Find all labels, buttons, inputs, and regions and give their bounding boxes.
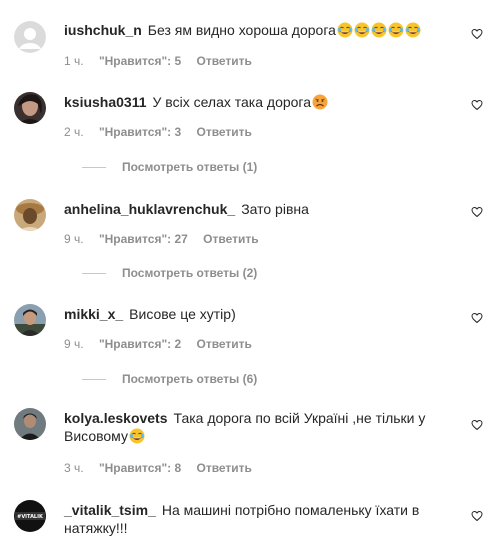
comment-body: Зато рівна <box>241 201 309 217</box>
comment-text: mikki_x_ Висове це хутір) <box>64 305 460 323</box>
comment-time[interactable]: 1 ч. <box>64 54 84 68</box>
comment-meta: 9 ч. "Нравится": 27 Ответить <box>64 231 271 247</box>
comment-meta: 9 ч. "Нравится": 2 Ответить <box>64 336 264 352</box>
view-replies-label: Посмотреть ответы (2) <box>122 266 258 280</box>
comment-likes[interactable]: "Нравится": 5 <box>99 54 181 68</box>
comment-meta: 2 ч. "Нравится": 3 Ответить <box>64 124 264 140</box>
comment-username[interactable]: anhelina_huklavrenchuk_ <box>64 201 235 217</box>
avatar[interactable]: #VITALIK <box>14 500 46 532</box>
comment-username[interactable]: mikki_x_ <box>64 306 123 322</box>
comment-meta: 1 ч. "Нравится": 5 Ответить <box>64 53 264 69</box>
like-heart-icon[interactable] <box>471 206 483 218</box>
comment-username[interactable]: _vitalik_tsim_ <box>64 502 156 518</box>
comment-meta: 3 ч. "Нравится": 8 Ответить <box>64 460 264 476</box>
reply-button[interactable]: Ответить <box>196 337 251 351</box>
comment-body: Висове це хутір) <box>129 306 236 322</box>
avatar[interactable] <box>14 304 46 336</box>
comment-username[interactable]: ksiusha0311 <box>64 94 147 110</box>
comment-likes[interactable]: "Нравится": 2 <box>99 337 181 351</box>
reply-button[interactable]: Ответить <box>203 232 258 246</box>
avatar[interactable] <box>14 92 46 124</box>
replies-divider-line <box>82 273 106 275</box>
like-heart-icon[interactable] <box>471 99 483 111</box>
grin-sweat-emoji-icon <box>337 22 353 38</box>
comment-username[interactable]: kolya.leskovets <box>64 410 168 426</box>
like-heart-icon[interactable] <box>471 28 483 40</box>
grin-sweat-emoji-icon <box>354 22 370 38</box>
replies-divider-line <box>82 379 106 381</box>
comment-likes[interactable]: "Нравится": 3 <box>99 125 181 139</box>
grin-sweat-emoji-icon <box>371 22 387 38</box>
avatar[interactable] <box>14 408 46 440</box>
comment-time[interactable]: 9 ч. <box>64 337 84 351</box>
comment-text: anhelina_huklavrenchuk_ Зато рівна <box>64 200 460 218</box>
comment-time[interactable]: 9 ч. <box>64 232 84 246</box>
view-replies-button[interactable]: Посмотреть ответы (2) <box>82 265 257 281</box>
comment-text: ksiusha0311 У всіх селах така дорога <box>64 93 460 111</box>
comment-likes[interactable]: "Нравится": 8 <box>99 461 181 475</box>
sad-emoji-icon <box>312 94 328 110</box>
like-heart-icon[interactable] <box>471 312 483 324</box>
comment-time[interactable]: 2 ч. <box>64 125 84 139</box>
grin-sweat-emoji-icon <box>405 22 421 38</box>
comment-username[interactable]: iushchuk_n <box>64 22 142 38</box>
comment-likes[interactable]: "Нравится": 27 <box>99 232 188 246</box>
reply-button[interactable]: Ответить <box>196 54 251 68</box>
view-replies-label: Посмотреть ответы (6) <box>122 372 258 386</box>
avatar[interactable] <box>14 199 46 231</box>
comment-text: kolya.leskovets Така дорога по всій Украї… <box>64 409 460 445</box>
like-heart-icon[interactable] <box>471 510 483 522</box>
view-replies-label: Посмотреть ответы (1) <box>122 160 258 174</box>
view-replies-button[interactable]: Посмотреть ответы (6) <box>82 371 257 387</box>
comment-time[interactable]: 3 ч. <box>64 461 84 475</box>
comment-body: У всіх селах така дорога <box>152 94 312 110</box>
grin-sweat-emoji-icon <box>388 22 404 38</box>
avatar-text: #VITALIK <box>17 514 44 520</box>
comment-text: iushchuk_n Без ям видно хороша дорога <box>64 21 460 39</box>
grin-sweat-emoji-icon <box>129 428 145 444</box>
comment-body: Без ям видно хороша дорога <box>147 22 336 38</box>
avatar[interactable] <box>14 21 46 53</box>
reply-button[interactable]: Ответить <box>196 125 251 139</box>
comment-text: _vitalik_tsim_ На машині потрібно помален… <box>64 501 460 537</box>
replies-divider-line <box>82 167 106 169</box>
reply-button[interactable]: Ответить <box>196 461 251 475</box>
like-heart-icon[interactable] <box>471 419 483 431</box>
view-replies-button[interactable]: Посмотреть ответы (1) <box>82 159 257 175</box>
